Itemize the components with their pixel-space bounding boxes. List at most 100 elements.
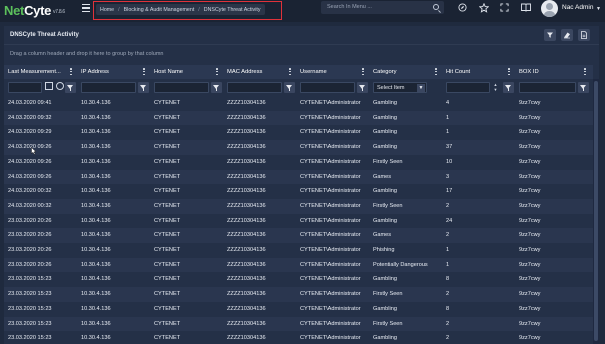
cell-last-measurement: 23.03.2020 15:23: [8, 305, 52, 312]
fullscreen-icon[interactable]: [500, 3, 509, 12]
cell-hit-count: 37: [446, 144, 453, 151]
cell-ip-address: 10.30.4.136: [81, 100, 111, 106]
column-header-category[interactable]: Category: [369, 65, 442, 79]
table-row[interactable]: 24.03.2020 00:32 10.30.4.136 CYTENET ZZZZ10…: [4, 198, 593, 214]
table-row[interactable]: 24.03.2020 09:26 10.30.4.136 CYTENET ZZZZ10…: [4, 140, 593, 155]
cell-hit-count: 2: [446, 291, 450, 298]
filter-icon[interactable]: [284, 82, 295, 93]
chevron-down-icon[interactable]: ▼: [596, 6, 601, 12]
column-header-hit-count[interactable]: Hit Count: [442, 65, 515, 79]
cell-username: CYTENET\Administrator: [300, 261, 361, 268]
chevron-down-icon[interactable]: ▼: [417, 84, 425, 92]
column-menu-icon[interactable]: [362, 68, 364, 76]
vertical-scrollbar[interactable]: [593, 79, 599, 344]
user-avatar[interactable]: [541, 0, 558, 17]
table-row[interactable]: 23.03.2020 15:23 10.30.4.136 CYTENET ZZZZ10…: [4, 331, 593, 344]
book-icon[interactable]: [521, 3, 531, 12]
username-filter-input[interactable]: [300, 82, 355, 93]
filter-icon[interactable]: [357, 82, 368, 93]
cell-hit-count: 4: [446, 100, 450, 106]
filter-icon[interactable]: [211, 82, 222, 93]
menu-search-input[interactable]: Search In Menu ...: [321, 1, 444, 14]
cell-category: Firstly Seen: [373, 320, 403, 327]
table-row[interactable]: 23.03.2020 20:26 10.30.4.136 CYTENET ZZZZ10…: [4, 228, 593, 243]
cell-username: CYTENET\Administrator: [300, 144, 361, 151]
column-menu-icon[interactable]: [508, 68, 510, 76]
table-row[interactable]: 23.03.2020 15:23 10.30.4.136 CYTENET ZZZZ10…: [4, 272, 593, 287]
cell-host-name: CYTENET: [154, 129, 181, 136]
column-menu-icon[interactable]: [584, 68, 586, 76]
number-spinner-icon[interactable]: ▲ ▼: [493, 82, 498, 93]
app-logo[interactable]: NetCyte v7.8.6: [4, 3, 65, 18]
table-row[interactable]: 23.03.2020 20:26 10.30.4.136 CYTENET ZZZZ10…: [4, 214, 593, 229]
table-row[interactable]: 24.03.2020 09:26 10.30.4.136 CYTENET ZZZZ10…: [4, 155, 593, 170]
column-header-mac-address[interactable]: MAC Address: [223, 65, 296, 79]
cell-hit-count: 1: [446, 261, 450, 268]
column-header-box-id[interactable]: BOX ID: [515, 65, 593, 79]
ip-filter-input[interactable]: [81, 82, 136, 93]
scrollbar-thumb[interactable]: [594, 81, 598, 341]
breadcrumb: Home / Blocking & Audit Management / DNS…: [96, 4, 265, 15]
column-menu-icon[interactable]: [70, 68, 72, 76]
cell-username: CYTENET\Administrator: [300, 114, 361, 121]
mac-filter-input[interactable]: [227, 82, 282, 93]
cell-box-id: 9zz7cwy: [519, 114, 541, 121]
cell-category: Phishing: [373, 247, 395, 253]
column-menu-icon[interactable]: [289, 68, 291, 76]
logo-net: Net: [4, 3, 25, 18]
cell-host-name: CYTENET: [154, 305, 181, 312]
menu-toggle-icon[interactable]: [82, 4, 90, 13]
cell-category: Gambling: [373, 335, 397, 342]
column-menu-icon[interactable]: [216, 68, 218, 76]
cell-category: Gambling: [373, 276, 397, 283]
user-name[interactable]: Nac Admin: [562, 4, 593, 11]
column-header-ip-address[interactable]: IP Address: [77, 65, 150, 79]
cell-mac-address: ZZZZ10304136: [227, 173, 266, 180]
cell-box-id: 9zz7cwy: [519, 320, 541, 327]
cell-box-id: 9zz7cwy: [519, 144, 541, 151]
calendar-icon[interactable]: [45, 82, 53, 90]
table-row[interactable]: 23.03.2020 15:23 10.30.4.136 CYTENET ZZZZ10…: [4, 302, 593, 317]
category-filter-select[interactable]: Select Item ▼: [373, 82, 427, 93]
filter-icon[interactable]: [503, 82, 514, 93]
column-menu-icon[interactable]: [143, 68, 145, 76]
clock-icon[interactable]: [56, 82, 64, 90]
table-row[interactable]: 24.03.2020 09:26 10.30.4.136 CYTENET ZZZZ10…: [4, 169, 593, 185]
table-row[interactable]: 23.03.2020 20:26 10.30.4.136 CYTENET ZZZZ10…: [4, 243, 593, 258]
export-button[interactable]: [578, 29, 590, 41]
cell-box-id: 9zz7cwy: [519, 335, 541, 342]
host-filter-input[interactable]: [154, 82, 209, 93]
top-bar: NetCyte v7.8.6 Home / Blocking & Audit Ma…: [0, 0, 605, 22]
table-row[interactable]: 23.03.2020 15:23 10.30.4.136 CYTENET ZZZZ10…: [4, 316, 593, 332]
clear-filter-button[interactable]: [561, 29, 573, 41]
table-row[interactable]: 24.03.2020 09:29 10.30.4.136 CYTENET ZZZZ10…: [4, 125, 593, 140]
hit-count-filter-input[interactable]: [446, 82, 490, 93]
search-icon[interactable]: [433, 4, 439, 10]
filter-icon[interactable]: [65, 82, 76, 93]
table-row[interactable]: 24.03.2020 00:32 10.30.4.136 CYTENET ZZZZ10…: [4, 184, 593, 199]
box-id-filter-input[interactable]: [519, 82, 576, 93]
table-row[interactable]: 24.03.2020 09:32 10.30.4.136 CYTENET ZZZZ10…: [4, 110, 593, 126]
cell-host-name: CYTENET: [154, 232, 181, 239]
date-filter-input[interactable]: [8, 82, 42, 93]
column-header-username[interactable]: Username: [296, 65, 369, 79]
table-row[interactable]: 24.03.2020 09:41 10.30.4.136 CYTENET ZZZZ10…: [4, 96, 593, 111]
filter-icon[interactable]: [138, 82, 149, 93]
column-header-last-measurement[interactable]: Last Measurement...: [4, 65, 77, 79]
column-header-host-name[interactable]: Host Name: [150, 65, 223, 79]
breadcrumb-home[interactable]: Home: [100, 7, 114, 13]
table-row[interactable]: 23.03.2020 20:26 10.30.4.136 CYTENET ZZZZ10…: [4, 257, 593, 273]
compass-icon[interactable]: [458, 3, 467, 12]
filter-button[interactable]: [544, 29, 556, 41]
table-row[interactable]: 23.03.2020 15:23 10.30.4.136 CYTENET ZZZZ10…: [4, 287, 593, 302]
cell-hit-count: 17: [446, 188, 453, 195]
cell-ip-address: 10.30.4.136: [81, 114, 111, 121]
star-icon[interactable]: [478, 2, 490, 13]
breadcrumb-blocking-audit[interactable]: Blocking & Audit Management: [124, 7, 195, 13]
cell-box-id: 9zz7cwy: [519, 247, 541, 253]
cell-mac-address: ZZZZ10304136: [227, 202, 266, 209]
column-menu-icon[interactable]: [435, 68, 437, 76]
filter-icon[interactable]: [578, 82, 589, 93]
grid-header: Last Measurement... IP Address Host Name…: [4, 65, 593, 79]
cell-ip-address: 10.30.4.136: [81, 129, 111, 136]
